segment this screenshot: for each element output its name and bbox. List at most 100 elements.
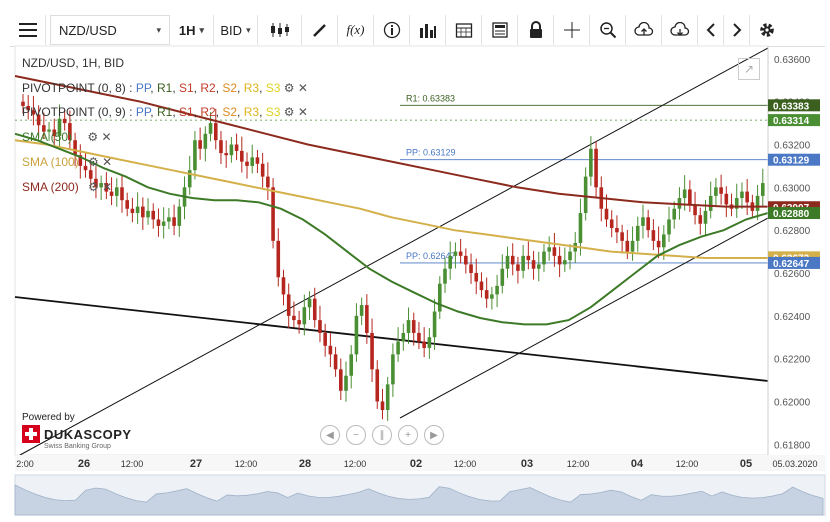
candle-body bbox=[318, 320, 322, 333]
pivot-line-label: PP: 0.62647 bbox=[406, 251, 456, 261]
close-icon[interactable]: ✕ bbox=[102, 180, 112, 194]
candle-body bbox=[437, 283, 442, 312]
price-tag-label: 0.62647 bbox=[773, 259, 810, 270]
candle-body bbox=[177, 206, 182, 226]
x-tick-label: 12:00 bbox=[121, 459, 144, 469]
candle-body bbox=[281, 277, 286, 295]
candle-body bbox=[401, 332, 406, 342]
candle-body bbox=[385, 384, 390, 411]
x-tick-label: 27 bbox=[190, 458, 202, 470]
candle-body bbox=[88, 170, 93, 179]
pivot-name: PIVOTPOINT (0, 8) bbox=[22, 81, 126, 95]
candle-body bbox=[292, 315, 296, 321]
scroll-right-icon[interactable]: ▶ bbox=[424, 425, 444, 445]
close-icon[interactable]: ✕ bbox=[102, 155, 112, 169]
candle-body bbox=[656, 240, 661, 248]
candle-body bbox=[260, 163, 265, 177]
candle-body bbox=[146, 210, 150, 218]
close-icon[interactable]: ✕ bbox=[298, 81, 308, 95]
candle-body bbox=[557, 255, 562, 265]
expand-icon[interactable]: ↗ bbox=[738, 58, 760, 80]
candle-body bbox=[396, 341, 400, 355]
candle-body bbox=[651, 230, 656, 241]
candle-body bbox=[719, 187, 723, 194]
candle-body bbox=[578, 213, 583, 244]
candle-body bbox=[547, 247, 551, 252]
candle-body bbox=[213, 123, 218, 141]
pivot-s1: S1 bbox=[178, 81, 194, 95]
gear-icon[interactable]: ⚙ bbox=[284, 81, 295, 95]
sma100-label: SMA (100) bbox=[22, 155, 79, 169]
candle-body bbox=[365, 305, 369, 333]
x-tick-label: 28 bbox=[299, 458, 311, 470]
candle-body bbox=[245, 161, 249, 166]
zoom-in-icon[interactable]: + bbox=[398, 425, 418, 445]
candle-body bbox=[422, 341, 426, 348]
candle-body bbox=[625, 240, 630, 252]
candle-body bbox=[271, 187, 275, 241]
candle-body bbox=[516, 264, 520, 271]
candle-body bbox=[490, 294, 494, 299]
sma200-label: SMA (200) bbox=[22, 180, 79, 194]
candle-body bbox=[161, 221, 166, 226]
candle-body bbox=[370, 332, 374, 370]
candle-body bbox=[240, 150, 244, 162]
gear-icon[interactable]: ⚙ bbox=[88, 180, 99, 194]
sma50-label: SMA (50) bbox=[22, 130, 73, 144]
candle-body bbox=[479, 281, 484, 291]
swiss-cross-icon bbox=[22, 425, 40, 443]
candle-body bbox=[208, 123, 213, 134]
x-tick-label: 12:00 bbox=[344, 459, 367, 469]
candle-body bbox=[469, 264, 473, 273]
candle-body bbox=[609, 219, 614, 229]
close-icon[interactable]: ✕ bbox=[101, 130, 111, 144]
pivot-r1: R1 bbox=[156, 81, 173, 95]
candle-body bbox=[568, 251, 572, 261]
candle-body bbox=[349, 354, 354, 376]
candle-body bbox=[536, 264, 541, 269]
candle-body bbox=[688, 189, 692, 205]
candle-body bbox=[62, 118, 67, 124]
candle-body bbox=[542, 251, 546, 265]
y-tick-label: 0.61800 bbox=[774, 440, 811, 451]
candle-body bbox=[224, 153, 228, 156]
candle-body bbox=[172, 217, 176, 226]
candle-body bbox=[328, 345, 333, 355]
candle-body bbox=[740, 191, 744, 199]
candle-body bbox=[615, 228, 619, 233]
y-tick-label: 0.63600 bbox=[774, 55, 811, 66]
candle-body bbox=[667, 219, 671, 235]
candle-body bbox=[411, 320, 416, 333]
candle-body bbox=[219, 140, 223, 154]
candle-body bbox=[531, 260, 536, 269]
candle-body bbox=[563, 260, 567, 265]
zoom-out-icon[interactable]: − bbox=[346, 425, 366, 445]
pivot-r2: R2 bbox=[200, 105, 216, 119]
candle-body bbox=[510, 255, 515, 265]
gear-icon[interactable]: ⚙ bbox=[87, 130, 98, 144]
close-icon[interactable]: ✕ bbox=[298, 105, 308, 119]
x-tick-label: 02 bbox=[410, 458, 422, 470]
gear-icon[interactable]: ⚙ bbox=[284, 105, 295, 119]
candle-body bbox=[234, 144, 239, 151]
y-tick-label: 0.62000 bbox=[774, 397, 811, 408]
candle-body bbox=[453, 251, 458, 256]
price-tag-label: 0.63383 bbox=[773, 101, 810, 112]
candle-body bbox=[714, 187, 718, 196]
reset-zoom-icon[interactable]: ∥ bbox=[372, 425, 392, 445]
candle-body bbox=[583, 176, 588, 214]
chart-nav-controls: ◀ − ∥ + ▶ bbox=[320, 425, 444, 445]
candle-body bbox=[604, 208, 609, 220]
candle-body bbox=[229, 144, 234, 156]
pivot-s2: S2 bbox=[222, 105, 238, 119]
candle-body bbox=[135, 206, 140, 214]
scroll-left-icon[interactable]: ◀ bbox=[320, 425, 340, 445]
candle-body bbox=[641, 217, 645, 226]
candle-body bbox=[526, 255, 531, 261]
x-tick-label: 12:00 bbox=[235, 459, 258, 469]
gear-icon[interactable]: ⚙ bbox=[88, 155, 99, 169]
candle-body bbox=[344, 375, 348, 391]
candle-body bbox=[458, 251, 463, 256]
candle-body bbox=[391, 354, 395, 385]
candle-body bbox=[302, 307, 307, 325]
